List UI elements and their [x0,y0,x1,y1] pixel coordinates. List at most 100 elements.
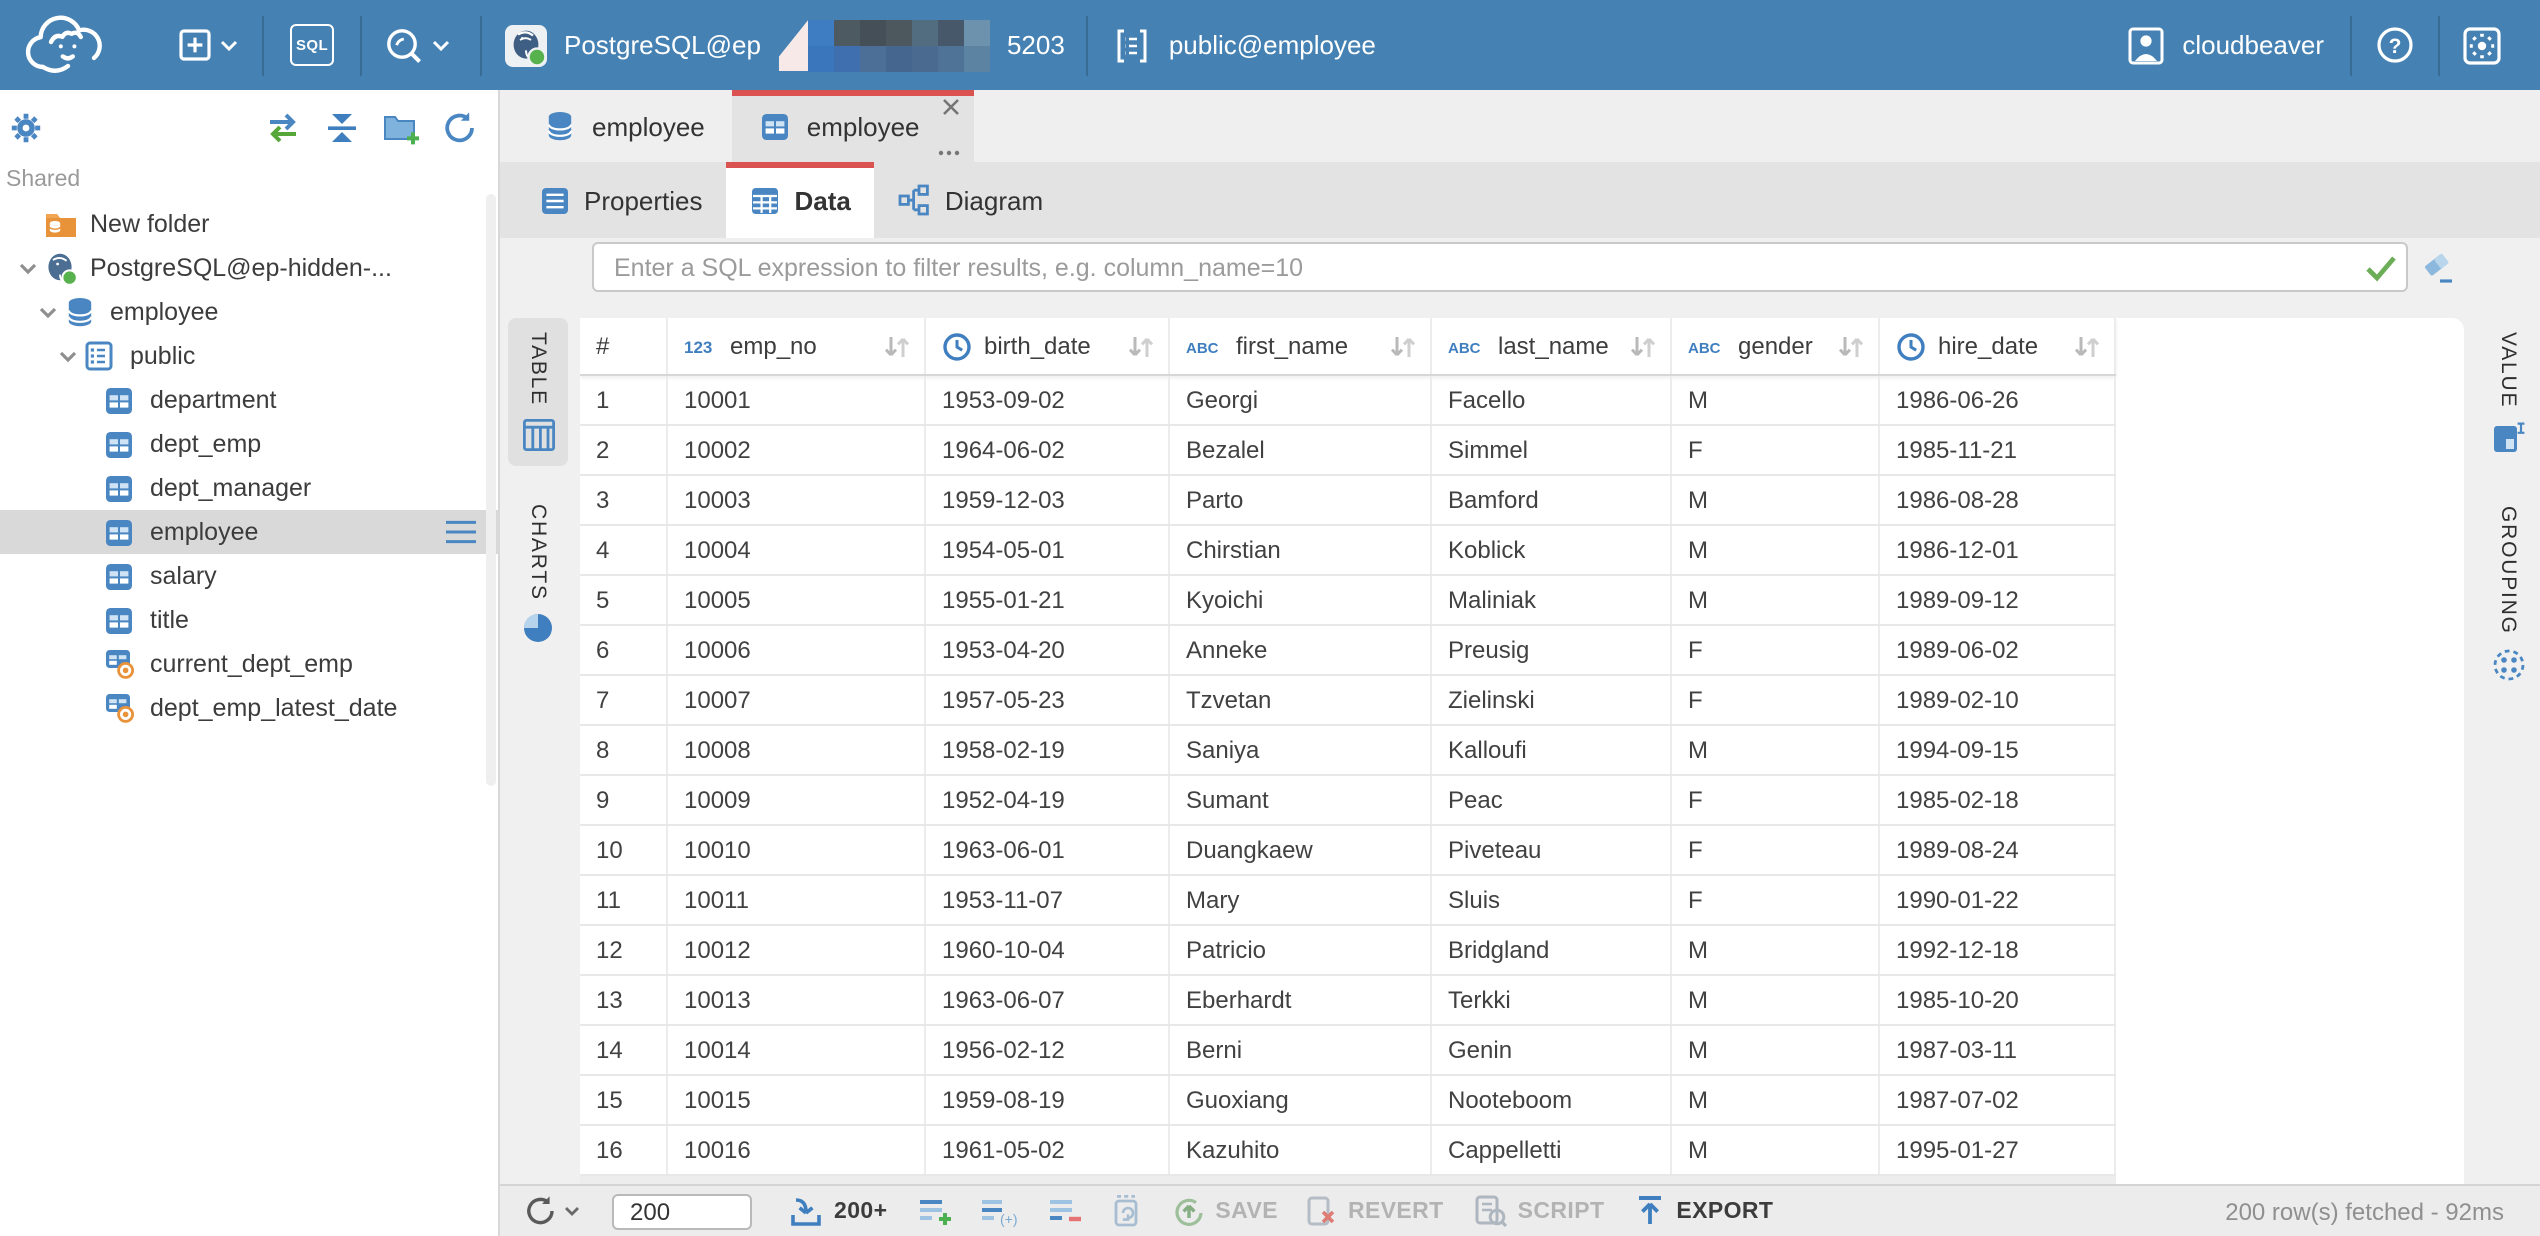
data-cell-hire_date[interactable]: 1986-12-01 [1880,526,2116,574]
row-number-cell[interactable]: 7 [580,676,668,724]
data-cell-birth_date[interactable]: 1953-11-07 [926,876,1170,924]
data-cell-gender[interactable]: M [1672,376,1880,424]
more-icon[interactable] [938,150,960,156]
data-cell-first_name[interactable]: Kazuhito [1170,1126,1432,1174]
tree-expand-icon[interactable] [58,349,78,363]
data-cell-last_name[interactable]: Maliniak [1432,576,1672,624]
data-cell-first_name[interactable]: Chirstian [1170,526,1432,574]
data-cell-hire_date[interactable]: 1987-03-11 [1880,1026,2116,1074]
data-cell-hire_date[interactable]: 1986-06-26 [1880,376,2116,424]
data-cell-last_name[interactable]: Zielinski [1432,676,1672,724]
filter-clear-icon[interactable] [2420,250,2456,284]
data-cell-emp_no[interactable]: 10002 [668,426,926,474]
refresh-icon[interactable] [442,109,478,145]
user-menu[interactable]: cloudbeaver [2126,25,2324,65]
data-cell-last_name[interactable]: Terkki [1432,976,1672,1024]
data-cell-hire_date[interactable]: 1989-08-24 [1880,826,2116,874]
column-header-gender[interactable]: ABCgender [1672,318,1880,374]
data-cell-hire_date[interactable]: 1986-08-28 [1880,476,2116,524]
new-object-button[interactable] [178,28,238,62]
data-cell-emp_no[interactable]: 10006 [668,626,926,674]
data-cell-last_name[interactable]: Simmel [1432,426,1672,474]
revert-button[interactable]: REVERT [1304,1194,1444,1228]
data-cell-gender[interactable]: M [1672,526,1880,574]
settings-icon[interactable] [2462,25,2502,65]
row-number-cell[interactable]: 12 [580,926,668,974]
data-cell-birth_date[interactable]: 1953-09-02 [926,376,1170,424]
side-tab-value[interactable]: VALUE [2478,318,2538,468]
data-cell-first_name[interactable]: Berni [1170,1026,1432,1074]
data-cell-birth_date[interactable]: 1961-05-02 [926,1126,1170,1174]
data-cell-first_name[interactable]: Duangkaew [1170,826,1432,874]
data-cell-gender[interactable]: M [1672,576,1880,624]
row-number-cell[interactable]: 5 [580,576,668,624]
data-cell-first_name[interactable]: Guoxiang [1170,1076,1432,1124]
data-cell-gender[interactable]: F [1672,676,1880,724]
sql-editor-button[interactable]: SQL [290,24,334,66]
data-cell-first_name[interactable]: Anneke [1170,626,1432,674]
data-cell-gender[interactable]: M [1672,476,1880,524]
data-cell-hire_date[interactable]: 1985-10-20 [1880,976,2116,1024]
data-cell-last_name[interactable]: Genin [1432,1026,1672,1074]
data-cell-first_name[interactable]: Patricio [1170,926,1432,974]
data-cell-birth_date[interactable]: 1959-12-03 [926,476,1170,524]
row-number-cell[interactable]: 10 [580,826,668,874]
data-cell-first_name[interactable]: Tzvetan [1170,676,1432,724]
schema-selector[interactable]: public@employee [1113,25,1376,65]
sort-icon[interactable] [1836,333,1866,359]
data-cell-last_name[interactable]: Sluis [1432,876,1672,924]
data-cell-first_name[interactable]: Kyoichi [1170,576,1432,624]
data-cell-birth_date[interactable]: 1963-06-07 [926,976,1170,1024]
data-cell-emp_no[interactable]: 10012 [668,926,926,974]
duplicate-row-icon[interactable]: (+) [979,1195,1021,1227]
data-cell-emp_no[interactable]: 10011 [668,876,926,924]
data-cell-birth_date[interactable]: 1957-05-23 [926,676,1170,724]
tree-item-dept-manager[interactable]: dept_manager [0,466,498,510]
export-button[interactable]: EXPORT [1634,1194,1773,1228]
column-header-row-number[interactable]: # [580,318,668,374]
row-limit-input[interactable] [612,1193,752,1229]
tab-properties[interactable]: Properties [516,162,727,238]
save-button[interactable]: SAVE [1171,1194,1278,1228]
data-cell-birth_date[interactable]: 1964-06-02 [926,426,1170,474]
tab-employee-table[interactable]: employee [733,90,974,162]
data-cell-hire_date[interactable]: 1994-09-15 [1880,726,2116,774]
tab-diagram[interactable]: Diagram [875,162,1067,238]
data-cell-emp_no[interactable]: 10016 [668,1126,926,1174]
data-cell-gender[interactable]: F [1672,876,1880,924]
tree-expand-icon[interactable] [38,305,58,319]
side-tab-grouping[interactable]: GROUPING [2478,492,2538,695]
new-folder-icon[interactable] [382,109,420,145]
data-cell-last_name[interactable]: Nooteboom [1432,1076,1672,1124]
column-header-hire_date[interactable]: hire_date [1880,318,2116,374]
row-number-cell[interactable]: 4 [580,526,668,574]
data-cell-emp_no[interactable]: 10004 [668,526,926,574]
data-cell-gender[interactable]: M [1672,726,1880,774]
data-cell-birth_date[interactable]: 1963-06-01 [926,826,1170,874]
data-cell-hire_date[interactable]: 1990-01-22 [1880,876,2116,924]
data-cell-last_name[interactable]: Bridgland [1432,926,1672,974]
row-number-cell[interactable]: 9 [580,776,668,824]
hamburger-icon[interactable] [444,518,478,546]
row-number-cell[interactable]: 3 [580,476,668,524]
data-cell-emp_no[interactable]: 10015 [668,1076,926,1124]
tab-data[interactable]: Data [727,162,875,238]
edit-copy-icon[interactable] [1109,1194,1143,1228]
tree-item-new-folder[interactable]: New folder [0,202,498,246]
data-cell-birth_date[interactable]: 1952-04-19 [926,776,1170,824]
chevron-down-gray-icon[interactable] [564,1206,580,1216]
tree-item-department[interactable]: department [0,378,498,422]
column-header-first_name[interactable]: ABCfirst_name [1170,318,1432,374]
gear-blue-icon[interactable] [10,111,42,143]
data-cell-hire_date[interactable]: 1987-07-02 [1880,1076,2116,1124]
collapse-all-icon[interactable] [324,111,360,143]
tree-item-salary[interactable]: salary [0,554,498,598]
data-cell-birth_date[interactable]: 1954-05-01 [926,526,1170,574]
row-number-cell[interactable]: 8 [580,726,668,774]
data-cell-birth_date[interactable]: 1958-02-19 [926,726,1170,774]
data-cell-last_name[interactable]: Peac [1432,776,1672,824]
connection-selector[interactable]: PostgreSQL@ep 5203 [504,19,1065,71]
row-number-cell[interactable]: 14 [580,1026,668,1074]
row-number-cell[interactable]: 16 [580,1126,668,1174]
tree-item-employee[interactable]: employee [0,510,498,554]
